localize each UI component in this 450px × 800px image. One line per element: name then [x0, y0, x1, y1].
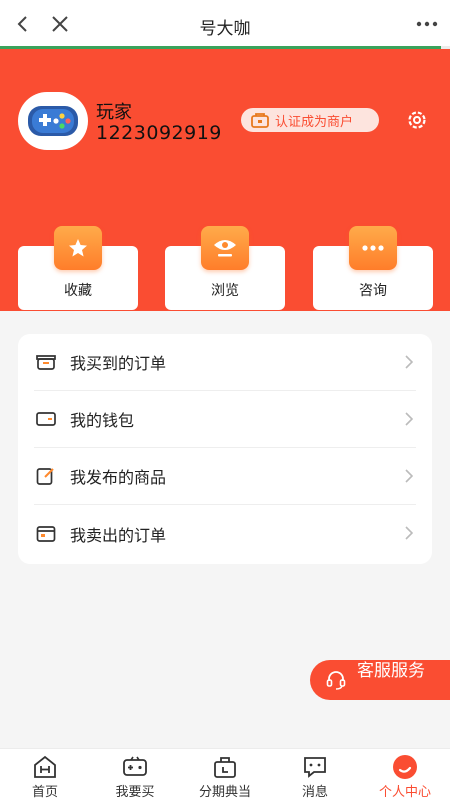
merchant-certify-label: 认证成为商户	[275, 114, 354, 130]
chevron-right-icon	[402, 411, 416, 427]
bag-icon	[211, 754, 239, 780]
profile-icon	[391, 754, 419, 780]
gear-icon[interactable]	[404, 107, 430, 133]
edit-icon	[34, 464, 58, 488]
tab-buy[interactable]: 我要买	[90, 749, 180, 800]
box-icon	[34, 350, 58, 374]
user-id: 1223092919	[96, 122, 222, 144]
customer-service-label: 客服服务	[357, 661, 425, 681]
more-dots-icon[interactable]	[414, 12, 440, 36]
message-icon	[301, 754, 329, 780]
chevron-right-icon	[402, 354, 416, 370]
avatar[interactable]	[18, 92, 88, 150]
menu-item-label: 我卖出的订单	[70, 525, 167, 545]
user-name: 玩家	[96, 102, 132, 123]
quick-action-label: 浏览	[211, 283, 239, 299]
menu-item-label: 我买到的订单	[70, 354, 167, 373]
gamepad-tab-icon	[121, 754, 149, 780]
menu-item-my-listings[interactable]: 我发布的商品	[34, 448, 416, 505]
tab-label: 分期典当	[198, 785, 251, 800]
menu-item-label: 我发布的商品	[70, 468, 167, 487]
tab-installment[interactable]: 分期典当	[180, 749, 270, 800]
order-icon	[34, 522, 58, 546]
eye-icon	[201, 226, 249, 270]
bottom-tab-bar: 首页 我要买 分期典当 消息 个人中心	[0, 748, 450, 800]
tab-label: 个人中心	[378, 785, 431, 800]
tab-profile[interactable]: 个人中心	[360, 749, 450, 800]
menu-item-sold-orders[interactable]: 我卖出的订单	[34, 505, 416, 562]
page-title: 号大咖	[199, 19, 251, 39]
gamepad-icon	[28, 106, 78, 136]
star-icon	[54, 226, 102, 270]
merchant-certify-button[interactable]: 认证成为商户	[241, 108, 379, 132]
shop-icon	[251, 113, 269, 128]
tab-home[interactable]: 首页	[0, 749, 90, 800]
tab-label: 首页	[31, 785, 58, 800]
wallet-icon	[34, 407, 58, 431]
chevron-right-icon	[402, 525, 416, 541]
tab-label: 我要买	[115, 785, 155, 800]
menu-item-label: 我的钱包	[70, 411, 135, 430]
headset-icon	[324, 668, 348, 692]
home-icon	[31, 754, 59, 780]
menu-list: 我买到的订单 我的钱包 我发布的商品 我卖出的订单	[18, 334, 432, 564]
quick-action-label: 收藏	[64, 283, 92, 299]
menu-item-wallet[interactable]: 我的钱包	[34, 391, 416, 448]
chat-bubble-icon	[349, 226, 397, 270]
tab-messages[interactable]: 消息	[270, 749, 360, 800]
top-navigation-bar: 号大咖	[0, 0, 450, 48]
menu-item-bought-orders[interactable]: 我买到的订单	[34, 334, 416, 391]
quick-action-label: 咨询	[359, 283, 387, 299]
chevron-right-icon	[402, 468, 416, 484]
customer-service-button[interactable]: 客服服务	[310, 660, 450, 700]
tab-label: 消息	[301, 785, 328, 800]
